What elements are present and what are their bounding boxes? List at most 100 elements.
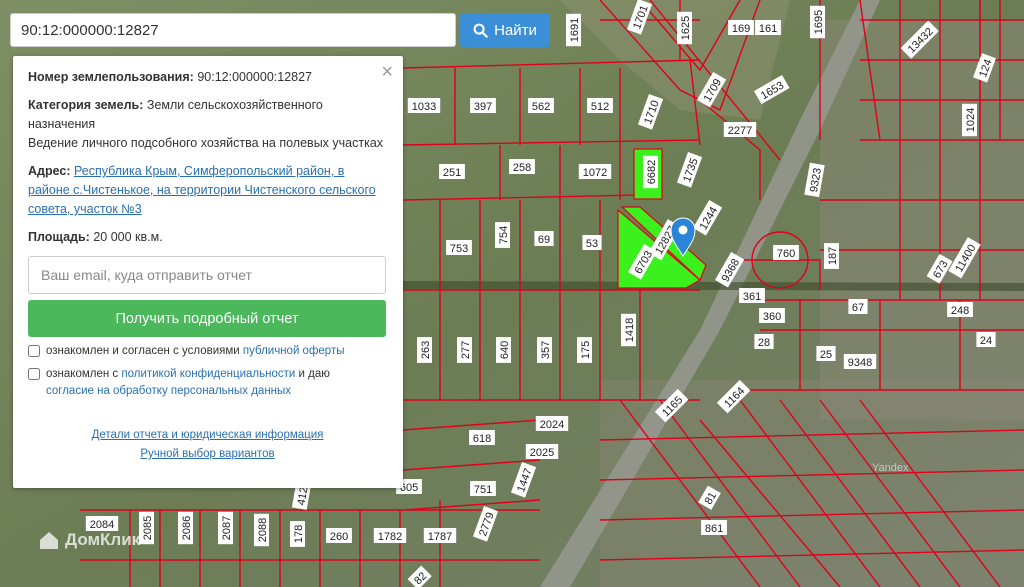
plot-number-label[interactable]: 562 xyxy=(528,98,554,113)
svg-text:1695: 1695 xyxy=(813,10,825,34)
plot-number-label[interactable]: 169 xyxy=(728,20,754,35)
plot-number-label[interactable]: 1695 xyxy=(810,5,825,39)
svg-text:640: 640 xyxy=(499,341,511,359)
address-link[interactable]: Республика Крым, Симферопольский район, … xyxy=(28,164,376,216)
plot-number-label[interactable]: 2277 xyxy=(723,122,757,137)
plot-number-label[interactable]: 67 xyxy=(848,299,868,314)
svg-text:24: 24 xyxy=(980,335,992,347)
plot-number-label[interactable]: 277 xyxy=(457,337,472,363)
area-value: 20 000 кв.м. xyxy=(93,230,163,244)
svg-text:1072: 1072 xyxy=(583,167,607,179)
svg-text:9348: 9348 xyxy=(848,357,872,369)
svg-text:258: 258 xyxy=(513,162,531,174)
manual-selection-link[interactable]: Ручной выбор вариантов xyxy=(140,448,274,460)
privacy-consent-row: ознакомлен с политикой конфиденциальност… xyxy=(28,366,387,400)
svg-text:2088: 2088 xyxy=(257,518,269,542)
svg-text:1033: 1033 xyxy=(412,101,436,113)
plot-number-label[interactable]: 1787 xyxy=(423,528,457,543)
svg-text:1787: 1787 xyxy=(428,531,452,543)
plot-number-label[interactable]: 753 xyxy=(446,240,472,255)
usage-number-label: Номер землепользования: xyxy=(28,70,194,84)
svg-text:397: 397 xyxy=(474,101,492,113)
email-field[interactable] xyxy=(28,256,386,294)
plot-number-label[interactable]: 357 xyxy=(537,337,552,363)
area-row: Площадь: 20 000 кв.м. xyxy=(28,228,387,247)
plot-number-label[interactable]: 1691 xyxy=(566,13,581,47)
data-processing-link[interactable]: согласие на обработку персональных данны… xyxy=(46,385,291,397)
svg-text:53: 53 xyxy=(586,238,598,250)
search-icon xyxy=(473,23,488,38)
plot-number-label[interactable]: 6682 xyxy=(643,155,658,189)
plot-number-label[interactable]: 618 xyxy=(469,430,495,445)
plot-number-label[interactable]: 2024 xyxy=(535,416,569,431)
close-icon[interactable]: × xyxy=(381,62,393,82)
plot-number-label[interactable]: 260 xyxy=(326,528,352,543)
plot-number-label[interactable]: 263 xyxy=(417,337,432,363)
svg-text:360: 360 xyxy=(763,311,781,323)
plot-number-label[interactable]: 361 xyxy=(739,288,765,303)
svg-text:357: 357 xyxy=(540,341,552,359)
privacy-policy-link[interactable]: политикой конфиденциальности xyxy=(121,368,295,380)
svg-text:25: 25 xyxy=(820,349,832,361)
svg-text:263: 263 xyxy=(420,341,432,359)
plot-number-label[interactable]: 2086 xyxy=(178,511,193,545)
svg-text:2025: 2025 xyxy=(530,447,554,459)
plot-number-label[interactable]: 175 xyxy=(577,337,592,363)
plot-number-label[interactable]: 2084 xyxy=(85,516,119,531)
plot-number-label[interactable]: 24 xyxy=(976,332,996,347)
plot-number-label[interactable]: 53 xyxy=(582,235,602,250)
svg-text:178: 178 xyxy=(293,525,305,543)
plot-number-label[interactable]: 1033 xyxy=(407,98,441,113)
plot-number-label[interactable]: 187 xyxy=(824,243,839,269)
plot-number-label[interactable]: 248 xyxy=(947,302,973,317)
plot-number-label[interactable]: 2087 xyxy=(218,511,233,545)
plot-number-label[interactable]: 69 xyxy=(534,231,554,246)
search-button[interactable]: Найти xyxy=(460,13,550,47)
svg-text:512: 512 xyxy=(591,101,609,113)
plot-number-label[interactable]: 258 xyxy=(509,159,535,174)
plot-number-label[interactable]: 1418 xyxy=(621,313,636,347)
plot-number-label[interactable]: 25 xyxy=(816,346,836,361)
svg-text:260: 260 xyxy=(330,531,348,543)
public-offer-link[interactable]: публичной оферты xyxy=(243,345,345,357)
plot-number-label[interactable]: 512 xyxy=(587,98,613,113)
plot-number-label[interactable]: 640 xyxy=(496,337,511,363)
plot-number-label[interactable]: 861 xyxy=(701,520,727,535)
get-report-button[interactable]: Получить подробный отчет xyxy=(28,300,386,337)
svg-text:754: 754 xyxy=(498,226,510,244)
plot-number-label[interactable]: 360 xyxy=(759,308,785,323)
land-category-label: Категория земель: xyxy=(28,98,144,112)
report-details-link[interactable]: Детали отчета и юридическая информация xyxy=(92,429,324,441)
svg-text:760: 760 xyxy=(777,248,795,260)
plot-number-label[interactable]: 1782 xyxy=(373,528,407,543)
plot-number-label[interactable]: 2085 xyxy=(139,511,154,545)
svg-text:187: 187 xyxy=(827,247,839,265)
privacy-consent-checkbox[interactable] xyxy=(28,368,40,380)
svg-text:175: 175 xyxy=(580,341,592,359)
svg-text:2024: 2024 xyxy=(540,419,564,431)
plot-number-label[interactable]: 161 xyxy=(755,20,781,35)
cadastral-search-input[interactable] xyxy=(10,13,456,47)
plot-number-label[interactable]: 251 xyxy=(439,164,465,179)
plot-number-label[interactable]: 2088 xyxy=(254,513,269,547)
plot-number-label[interactable]: 754 xyxy=(495,222,510,248)
svg-text:2085: 2085 xyxy=(142,516,154,540)
plot-number-label[interactable]: 760 xyxy=(773,245,799,260)
offer-consent-checkbox[interactable] xyxy=(28,345,40,357)
area-label: Площадь: xyxy=(28,230,90,244)
plot-number-label[interactable]: 28 xyxy=(754,334,774,349)
land-purpose-value: Ведение личного подсобного хозяйства на … xyxy=(28,136,384,150)
privacy-consent-text: ознакомлен с политикой конфиденциальност… xyxy=(46,368,330,397)
svg-text:161: 161 xyxy=(759,23,777,35)
plot-number-label[interactable]: 1072 xyxy=(578,164,612,179)
plot-number-label[interactable]: 9348 xyxy=(843,354,877,369)
plot-number-label[interactable]: 1024 xyxy=(962,103,977,137)
home-icon xyxy=(40,532,58,549)
plot-number-label[interactable]: 2025 xyxy=(525,444,559,459)
plot-number-label[interactable]: 397 xyxy=(470,98,496,113)
offer-consent-text: ознакомлен и согласен с условиями публич… xyxy=(46,345,345,357)
plot-number-label[interactable]: 1625 xyxy=(677,11,692,45)
plot-number-label[interactable]: 751 xyxy=(470,481,496,496)
svg-text:67: 67 xyxy=(852,302,864,314)
plot-number-label[interactable]: 178 xyxy=(290,521,305,547)
